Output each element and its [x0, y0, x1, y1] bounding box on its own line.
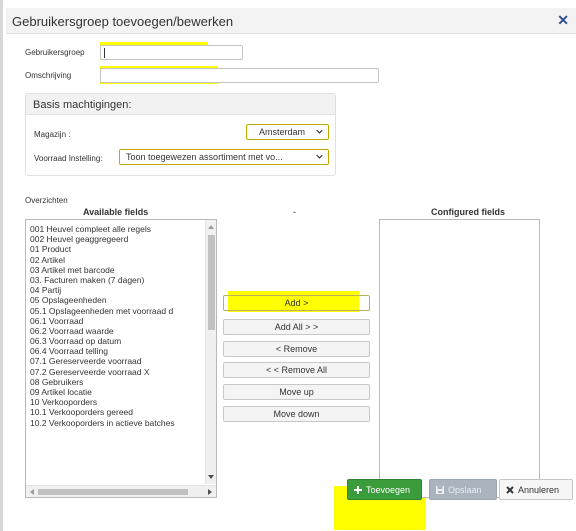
move-up-button[interactable]: Move up: [223, 384, 370, 400]
list-item[interactable]: 07.2 Gereserveerde voorraad X: [30, 367, 206, 377]
list-item[interactable]: 08 Gebruikers: [30, 377, 206, 387]
warehouse-select-value: Amsterdam: [259, 127, 306, 137]
close-icon[interactable]: ✕: [557, 13, 569, 27]
scroll-left-arrow-icon[interactable]: [30, 489, 34, 495]
warehouse-select[interactable]: Amsterdam: [246, 124, 329, 140]
text-cursor: [104, 48, 105, 58]
scroll-right-arrow-icon[interactable]: [208, 489, 212, 495]
permissions-title: Basis machtigingen:: [33, 99, 132, 111]
list-item[interactable]: 001 Heuvel compleet alle regels: [30, 224, 206, 234]
save-icon: [436, 486, 444, 494]
cancel-label: Annuleren: [518, 485, 560, 495]
middle-column-header: -: [293, 207, 296, 217]
add-footer-label: Toevoegen: [366, 485, 411, 495]
overviews-label: Overzichten: [25, 196, 68, 205]
permissions-panel-header: Basis machtigingen:: [26, 94, 335, 115]
available-fields-header: Available fields: [83, 207, 149, 217]
add-all-button[interactable]: Add All > >: [223, 319, 370, 335]
stock-select[interactable]: Toon toegewezen assortiment met vo...: [119, 149, 329, 165]
save-button[interactable]: Opslaan: [429, 479, 497, 500]
list-item[interactable]: 06.2 Voorraad waarde: [30, 326, 206, 336]
list-item[interactable]: 06.4 Voorraad telling: [30, 346, 206, 356]
plus-icon: [354, 486, 362, 494]
cancel-button[interactable]: Annuleren: [499, 479, 573, 500]
list-item[interactable]: 05.1 Opslageenheden met voorraad d: [30, 306, 206, 316]
stock-label: Voorraad Instelling:: [34, 154, 103, 163]
scroll-down-arrow-icon[interactable]: [208, 475, 214, 479]
add-button[interactable]: Add >: [223, 295, 370, 311]
list-item[interactable]: 01 Product: [30, 244, 206, 254]
description-input[interactable]: [100, 68, 379, 83]
list-item[interactable]: 002 Heuvel geaggregeerd: [30, 234, 206, 244]
dialog-titlebar: Gebruikersgroep toevoegen/bewerken ✕: [6, 8, 576, 34]
list-item[interactable]: 06.3 Voorraad op datum: [30, 336, 206, 346]
group-input[interactable]: [100, 45, 243, 60]
close-icon: [506, 486, 514, 494]
add-footer-button[interactable]: Toevoegen: [347, 479, 422, 500]
list-item[interactable]: 04 Partij: [30, 285, 206, 295]
description-label: Omschrijving: [25, 71, 72, 80]
horizontal-scrollbar[interactable]: [26, 485, 216, 497]
available-fields-items: 001 Heuvel compleet alle regels 002 Heuve…: [30, 224, 206, 428]
dialog: Gebruikersgroep toevoegen/bewerken ✕ Geb…: [0, 0, 576, 531]
vertical-scrollbar[interactable]: [205, 220, 216, 484]
chevron-down-icon: [316, 129, 323, 134]
list-item[interactable]: 05 Opslageenheden: [30, 295, 206, 305]
vertical-scroll-thumb[interactable]: [208, 235, 215, 330]
remove-button[interactable]: < Remove: [223, 341, 370, 357]
list-item[interactable]: 03 Artikel met barcode: [30, 265, 206, 275]
dialog-title: Gebruikersgroep toevoegen/bewerken: [12, 14, 234, 29]
list-item[interactable]: 09 Artikel locatie: [30, 387, 206, 397]
scroll-up-arrow-icon[interactable]: [208, 225, 214, 229]
list-item[interactable]: 10.1 Verkooporders gereed: [30, 407, 206, 417]
available-fields-list[interactable]: 001 Heuvel compleet alle regels 002 Heuve…: [25, 219, 217, 498]
configured-fields-list[interactable]: [379, 219, 540, 498]
list-item[interactable]: 07.1 Gereserveerde voorraad: [30, 356, 206, 366]
remove-all-button[interactable]: < < Remove All: [223, 362, 370, 378]
configured-fields-header: Configured fields: [431, 207, 505, 217]
chevron-down-icon: [316, 154, 323, 159]
save-label: Opslaan: [448, 485, 482, 495]
warehouse-label: Magazijn :: [34, 130, 71, 139]
group-label: Gebruikersgroep: [25, 48, 85, 57]
list-item[interactable]: 03. Facturen maken (7 dagen): [30, 275, 206, 285]
list-item[interactable]: 10.2 Verkooporders in actieve batches: [30, 418, 206, 428]
stock-select-value: Toon toegewezen assortiment met vo...: [126, 152, 283, 162]
horizontal-scroll-thumb[interactable]: [38, 489, 188, 495]
move-down-button[interactable]: Move down: [223, 406, 370, 422]
list-item[interactable]: 06.1 Voorraad: [30, 316, 206, 326]
list-item[interactable]: 02 Artikel: [30, 255, 206, 265]
list-item[interactable]: 10 Verkooporders: [30, 397, 206, 407]
